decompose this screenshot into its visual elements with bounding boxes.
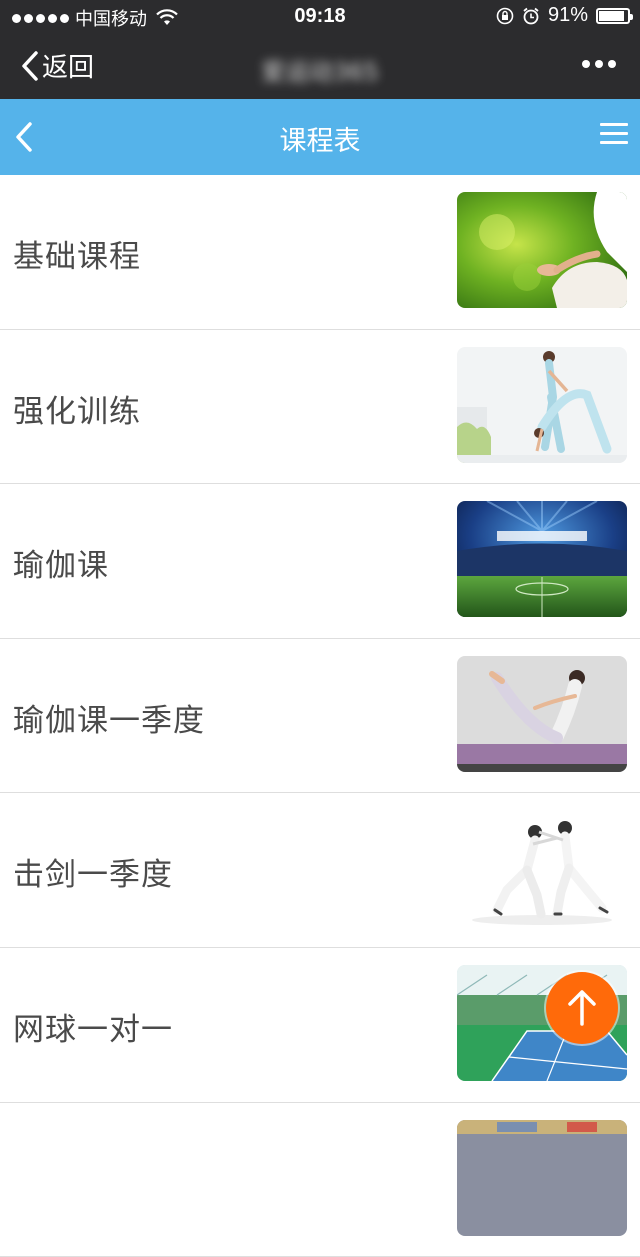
- course-name: 网球一对一: [13, 1011, 173, 1048]
- meditation-image: [457, 192, 627, 308]
- course-item-partial[interactable]: [0, 1103, 640, 1257]
- course-thumbnail: [457, 810, 627, 927]
- yoga-pose-image: [457, 655, 627, 772]
- course-image-partial: [457, 1119, 627, 1236]
- course-name: 瑜伽课: [13, 548, 109, 585]
- status-right: 91%: [496, 4, 633, 27]
- course-item[interactable]: 瑜伽课: [0, 484, 640, 639]
- wechat-nav-bar: 返回 爱运动365: [0, 32, 640, 99]
- course-item[interactable]: 强化训练: [0, 330, 640, 485]
- page-title: 课程表: [279, 126, 361, 157]
- course-thumbnail: [457, 192, 627, 308]
- orientation-lock-icon: [496, 7, 514, 24]
- arrow-up-icon: [568, 990, 596, 1026]
- course-name: 强化训练: [13, 393, 141, 430]
- more-dot-icon: [582, 60, 590, 68]
- partner-yoga-image: [457, 346, 627, 463]
- battery-percent: 91%: [547, 4, 588, 26]
- course-thumbnail: [457, 346, 627, 463]
- status-bar: 中国移动 09:18 91%: [0, 0, 640, 32]
- course-item[interactable]: 基础课程: [0, 175, 640, 330]
- alarm-icon: [523, 7, 539, 24]
- course-item[interactable]: 网球一对一: [0, 948, 640, 1103]
- more-options-button[interactable]: [582, 60, 616, 68]
- course-thumbnail: [457, 655, 627, 772]
- back-to-top-button[interactable]: [546, 972, 618, 1044]
- wechat-page-title: 爱运动365: [261, 58, 379, 86]
- course-item[interactable]: 击剑一季度: [0, 793, 640, 948]
- menu-icon[interactable]: [600, 123, 628, 149]
- more-dot-icon: [608, 60, 616, 68]
- course-name: 击剑一季度: [13, 857, 173, 894]
- course-thumbnail: [457, 501, 627, 618]
- stadium-image: [457, 501, 627, 618]
- battery-fill: [599, 10, 624, 21]
- course-list: 基础课程 强化训练 瑜伽课 瑜伽课一季度 击剑一季度 网球一对一: [0, 175, 640, 1257]
- battery-icon: [596, 7, 633, 24]
- app-header: 课程表: [0, 99, 640, 175]
- course-name: 基础课程: [13, 239, 141, 275]
- course-name: 瑜伽课一季度: [13, 702, 205, 739]
- more-dot-icon: [595, 60, 603, 68]
- course-item[interactable]: 瑜伽课一季度: [0, 639, 640, 794]
- fencing-image: [457, 810, 627, 927]
- course-thumbnail: [457, 1119, 627, 1236]
